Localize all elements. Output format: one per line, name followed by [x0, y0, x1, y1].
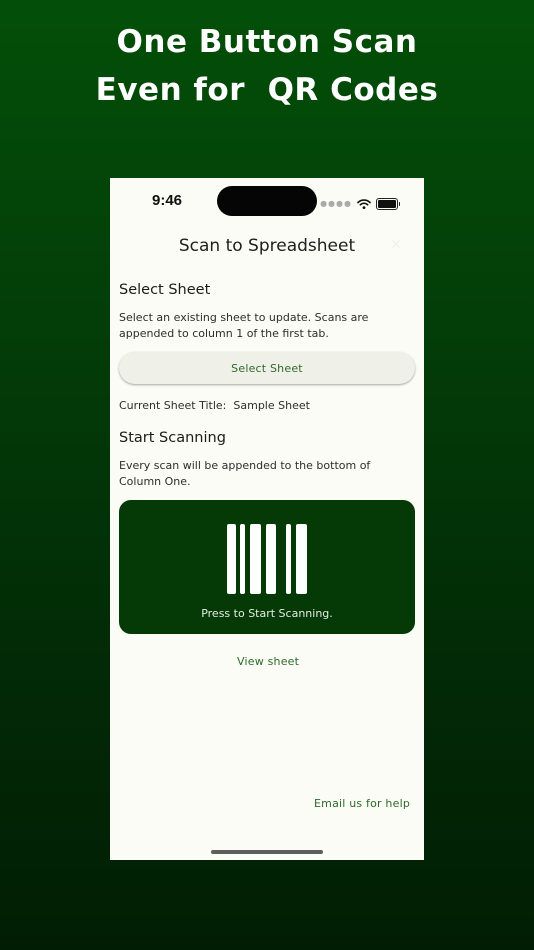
- wifi-icon: [357, 194, 371, 213]
- start-scanning-heading: Start Scanning: [119, 430, 226, 446]
- select-sheet-description: Select an existing sheet to update. Scan…: [119, 311, 369, 340]
- current-sheet-title: Current Sheet Title: Sample Sheet: [119, 399, 310, 412]
- current-sheet-label: Current Sheet Title:: [119, 399, 227, 412]
- current-sheet-value: Sample Sheet: [233, 399, 310, 412]
- select-sheet-heading: Select Sheet: [119, 282, 211, 298]
- promo-headline: One Button Scan Even for QR Codes: [0, 18, 534, 114]
- start-scanning-description: Every scan will be appended to the botto…: [119, 459, 371, 488]
- phone-screen: 9:46 ●●●● Scan to Spreadsheet ✕ Select S…: [110, 178, 424, 860]
- barcode-icon: [227, 524, 307, 594]
- close-icon[interactable]: ✕: [390, 238, 404, 252]
- page-title: Scan to Spreadsheet: [178, 236, 356, 256]
- start-scanning-label: Press to Start Scanning.: [201, 607, 333, 620]
- select-sheet-button[interactable]: Select Sheet: [119, 352, 415, 384]
- email-help-link[interactable]: Email us for help: [314, 797, 410, 810]
- home-indicator[interactable]: [211, 850, 323, 854]
- promo-line-2: Even for QR Codes: [95, 72, 439, 108]
- status-icons: ●●●●: [320, 194, 400, 213]
- dynamic-island: [217, 186, 317, 216]
- signal-dots-icon: ●●●●: [320, 199, 352, 208]
- status-time: 9:46: [152, 192, 183, 209]
- battery-icon: [376, 197, 400, 210]
- start-scanning-button[interactable]: Press to Start Scanning.: [119, 500, 415, 634]
- view-sheet-link[interactable]: View sheet: [237, 655, 299, 668]
- promo-line-1: One Button Scan: [116, 24, 418, 60]
